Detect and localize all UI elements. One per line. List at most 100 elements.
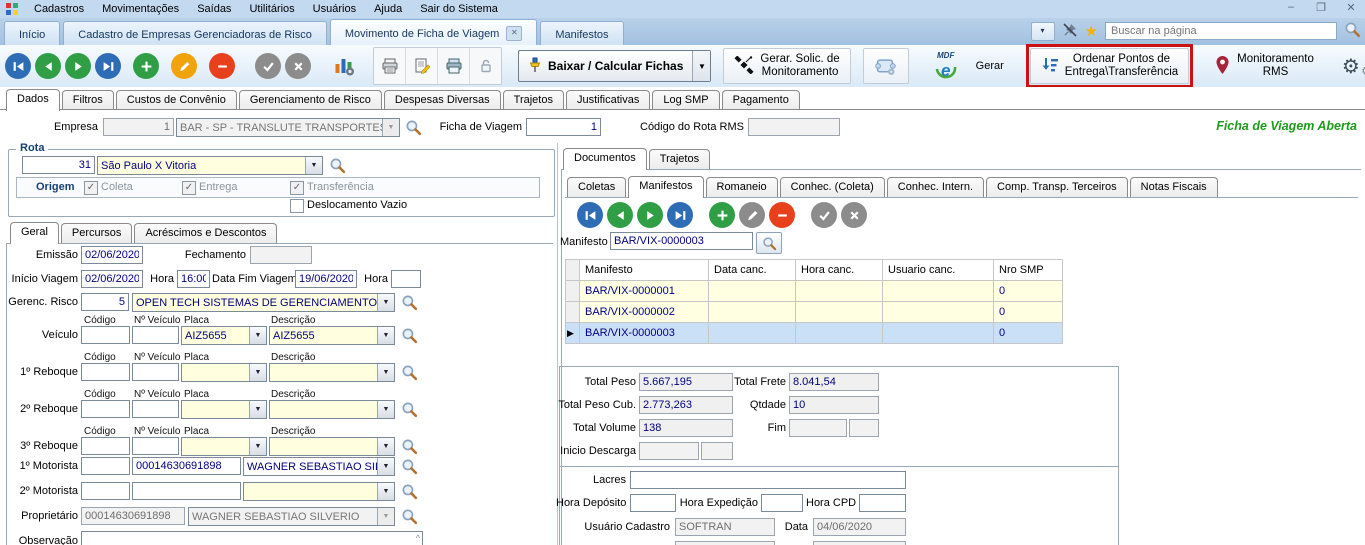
reboque2-codigo-field[interactable] [81,400,130,418]
motorista1-combo[interactable]: WAGNER SEBASTIAO SILVI▼ [243,457,395,476]
rota-combo[interactable]: São Paulo X Vitoria▼ [97,156,323,175]
reboque3-placa-arrow[interactable]: ▼ [249,438,266,455]
table-row[interactable]: BAR/VIX-0000002 0 [566,302,1063,323]
tab-acrescimos-descontos[interactable]: Acréscimos e Descontos [134,223,277,243]
restore-button[interactable]: ❐ [1311,1,1331,14]
hora-deposito-field[interactable] [630,494,676,512]
reboque1-descricao-arrow[interactable]: ▼ [377,364,394,381]
rota-code-field[interactable] [22,156,95,174]
tab-movimento-ficha-viagem[interactable]: Movimento de Ficha de Viagem ✕ [330,19,538,45]
manifesto-search-button[interactable] [756,232,782,254]
print-report-button[interactable] [438,48,470,84]
reboque2-descricao-combo[interactable]: ▼ [269,400,395,419]
scroll-up-icon[interactable]: ^ [416,533,420,543]
menu-sair[interactable]: Sair do Sistema [411,1,507,17]
ciot-frota-propria-button[interactable]: ⚙⚙ CIOT FrotaPrópria [1336,52,1365,80]
motorista1-search-icon[interactable] [400,457,418,475]
add-button[interactable] [133,53,159,79]
subtab-dados[interactable]: Dados [6,89,60,111]
menu-usuarios[interactable]: Usuários [304,1,365,17]
manifest-confirm-button[interactable] [811,202,837,228]
search-icon[interactable] [1344,21,1361,41]
veiculo-descricao-arrow[interactable]: ▼ [377,327,394,344]
hora-fim-field[interactable] [391,270,421,288]
tab-manifestos[interactable]: Manifestos [540,21,623,45]
reboque2-nveiculo-field[interactable] [132,400,179,418]
data-fim-viagem-field[interactable] [295,270,357,288]
tab-percursos[interactable]: Percursos [61,223,133,243]
tab-conhec-coleta[interactable]: Conhec. (Coleta) [780,177,885,197]
reboque1-placa-combo[interactable]: ▼ [181,363,267,382]
lacres-field[interactable] [630,471,906,489]
subtab-trajetos[interactable]: Trajetos [503,90,564,110]
nav-next-button[interactable] [65,53,91,79]
scroll-report-button[interactable] [863,48,909,84]
search-input[interactable] [1105,22,1337,40]
favorites-star-icon[interactable]: ★ [1085,24,1098,39]
motorista2-doc-field[interactable] [132,482,241,500]
reboque3-placa-combo[interactable]: ▼ [181,437,267,456]
nav-prev-button[interactable] [35,53,61,79]
motorista1-combo-arrow[interactable]: ▼ [377,458,394,475]
tab-conhec-intern[interactable]: Conhec. Intern. [887,177,984,197]
manifesto-field[interactable] [610,232,753,250]
inicio-viagem-field[interactable] [81,270,143,288]
chart-button[interactable] [331,55,357,77]
ficha-viagem-field[interactable] [526,118,601,136]
gerar-solic-monitoramento-button[interactable]: Gerar. Solic. deMonitoramento [723,48,850,84]
report-edit-button[interactable] [406,48,438,84]
proprietario-search-icon[interactable] [400,507,418,525]
reboque1-descricao-combo[interactable]: ▼ [269,363,395,382]
motorista2-search-icon[interactable] [400,482,418,500]
table-row[interactable]: BAR/VIX-0000001 0 [566,281,1063,302]
gerenc-risco-combo[interactable]: OPEN TECH SISTEMAS DE GERENCIAMENTO DE R… [132,293,395,312]
tab-manifestos-inner[interactable]: Manifestos [628,176,703,198]
app-icon[interactable] [5,2,21,16]
print-button[interactable] [374,48,406,84]
subtab-custos-convenio[interactable]: Custos de Convênio [116,90,237,110]
menu-utilitarios[interactable]: Utilitários [240,1,303,17]
cancel-button[interactable] [285,53,311,79]
baixar-main[interactable]: Baixar / Calcular Fichas [519,51,692,81]
motorista1-codigo-field[interactable] [81,457,130,475]
manifest-nav-prev-button[interactable] [607,202,633,228]
hora-cpd-field[interactable] [859,494,906,512]
minimize-button[interactable]: – [1281,1,1301,14]
empresa-search-icon[interactable] [404,118,422,136]
subtab-pagamento[interactable]: Pagamento [722,90,800,110]
reboque1-nveiculo-field[interactable] [132,363,179,381]
veiculo-search-icon[interactable] [400,326,418,344]
hora-inicio-field[interactable] [177,270,210,288]
nav-last-button[interactable] [95,53,121,79]
reboque2-placa-combo[interactable]: ▼ [181,400,267,419]
tab-cadastro-empresas-gerenciadoras[interactable]: Cadastro de Empresas Gerenciadoras de Ri… [63,21,327,45]
reboque3-nveiculo-field[interactable] [132,437,179,455]
motorista2-codigo-field[interactable] [81,482,130,500]
gerenc-risco-code-field[interactable] [81,293,129,311]
menu-movimentacoes[interactable]: Movimentações [93,1,188,17]
tab-geral[interactable]: Geral [10,222,59,244]
mdfe-gerar-button[interactable]: MDFe Gerar [921,49,1010,84]
delete-button[interactable] [209,53,235,79]
tab-romaneio[interactable]: Romaneio [706,177,778,197]
confirm-button[interactable] [255,53,281,79]
reboque1-placa-arrow[interactable]: ▼ [249,364,266,381]
reboque3-descricao-combo[interactable]: ▼ [269,437,395,456]
subtab-filtros[interactable]: Filtros [62,90,114,110]
reboque2-search-icon[interactable] [400,400,418,418]
gerenc-risco-search-icon[interactable] [400,293,418,311]
veiculo-placa-combo[interactable]: AIZ5655▼ [181,326,267,345]
menu-cadastros[interactable]: Cadastros [25,1,93,17]
tab-coletas[interactable]: Coletas [567,177,626,197]
monitoramento-rms-button[interactable]: MonitoramentoRMS [1209,53,1320,79]
subtab-gerenciamento-risco[interactable]: Gerenciamento de Risco [239,90,382,110]
table-row-selected[interactable]: ▶ BAR/VIX-0000003 0 [566,323,1063,344]
tab-notas-fiscais[interactable]: Notas Fiscais [1130,177,1218,197]
rota-search-icon[interactable] [328,156,346,174]
motorista2-combo[interactable]: ▼ [243,482,395,501]
veiculo-descricao-combo[interactable]: AIZ5655▼ [269,326,395,345]
reboque3-codigo-field[interactable] [81,437,130,455]
manifest-add-button[interactable] [709,202,735,228]
menu-saidas[interactable]: Saídas [188,1,240,17]
reboque3-descricao-arrow[interactable]: ▼ [377,438,394,455]
